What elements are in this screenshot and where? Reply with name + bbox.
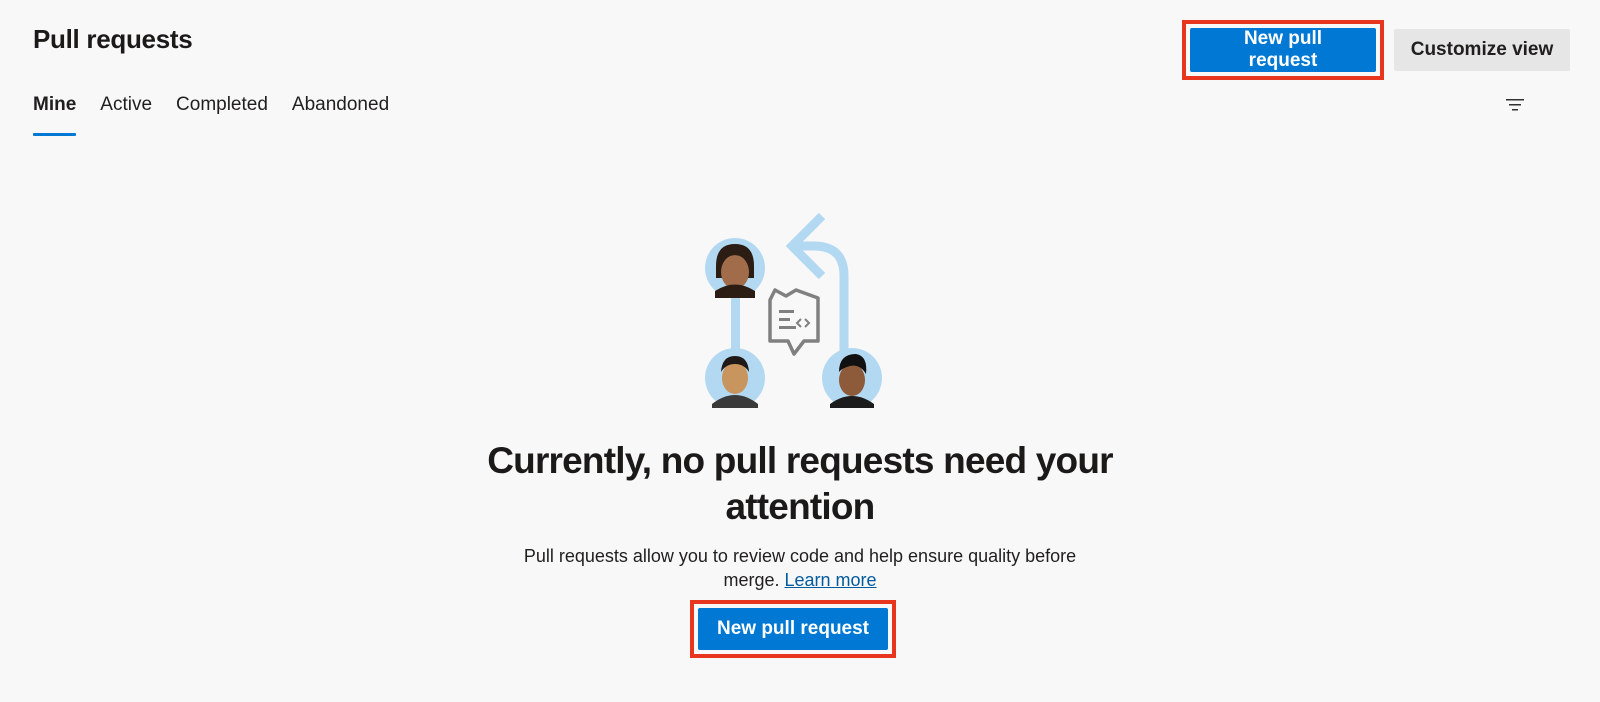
new-pull-request-button[interactable]: New pull request [698,608,888,650]
customize-view-button[interactable]: Customize view [1394,29,1570,71]
tab-label: Completed [176,94,268,115]
new-pull-request-button[interactable]: New pull request [1190,28,1376,72]
filter-icon [1506,99,1524,111]
learn-more-link[interactable]: Learn more [784,570,876,590]
pull-requests-page: Pull requests New pull request Customize… [0,0,1600,702]
header-actions: New pull request Customize view [1182,20,1570,80]
empty-state-title-line: Currently, no pull requests need your [487,440,1113,481]
empty-state-description: Pull requests allow you to review code a… [0,544,1600,592]
tab-active[interactable]: Active [100,90,152,136]
tab-completed[interactable]: Completed [176,90,268,136]
highlight-frame: New pull request [690,600,896,658]
empty-state-desc-line2: merge. Learn more [0,568,1600,592]
filter-button[interactable] [1502,94,1528,116]
empty-state-title-line: attention [725,486,875,527]
tab-label: Abandoned [291,94,390,115]
empty-state-action: New pull request [690,600,896,658]
tab-abandoned[interactable]: Abandoned [292,90,389,136]
page-title: Pull requests [33,24,193,54]
empty-state-desc-text: merge. [723,570,785,590]
highlight-frame: New pull request [1182,20,1384,80]
tab-label: Mine [33,94,77,115]
empty-state-desc-line: Pull requests allow you to review code a… [523,546,1077,566]
tab-bar: Mine Active Completed Abandoned [33,90,389,136]
tab-mine[interactable]: Mine [33,90,77,136]
pull-request-people-illustration [705,212,882,408]
tab-label: Active [100,94,153,115]
empty-state-title: Currently, no pull requests need your at… [0,438,1600,530]
